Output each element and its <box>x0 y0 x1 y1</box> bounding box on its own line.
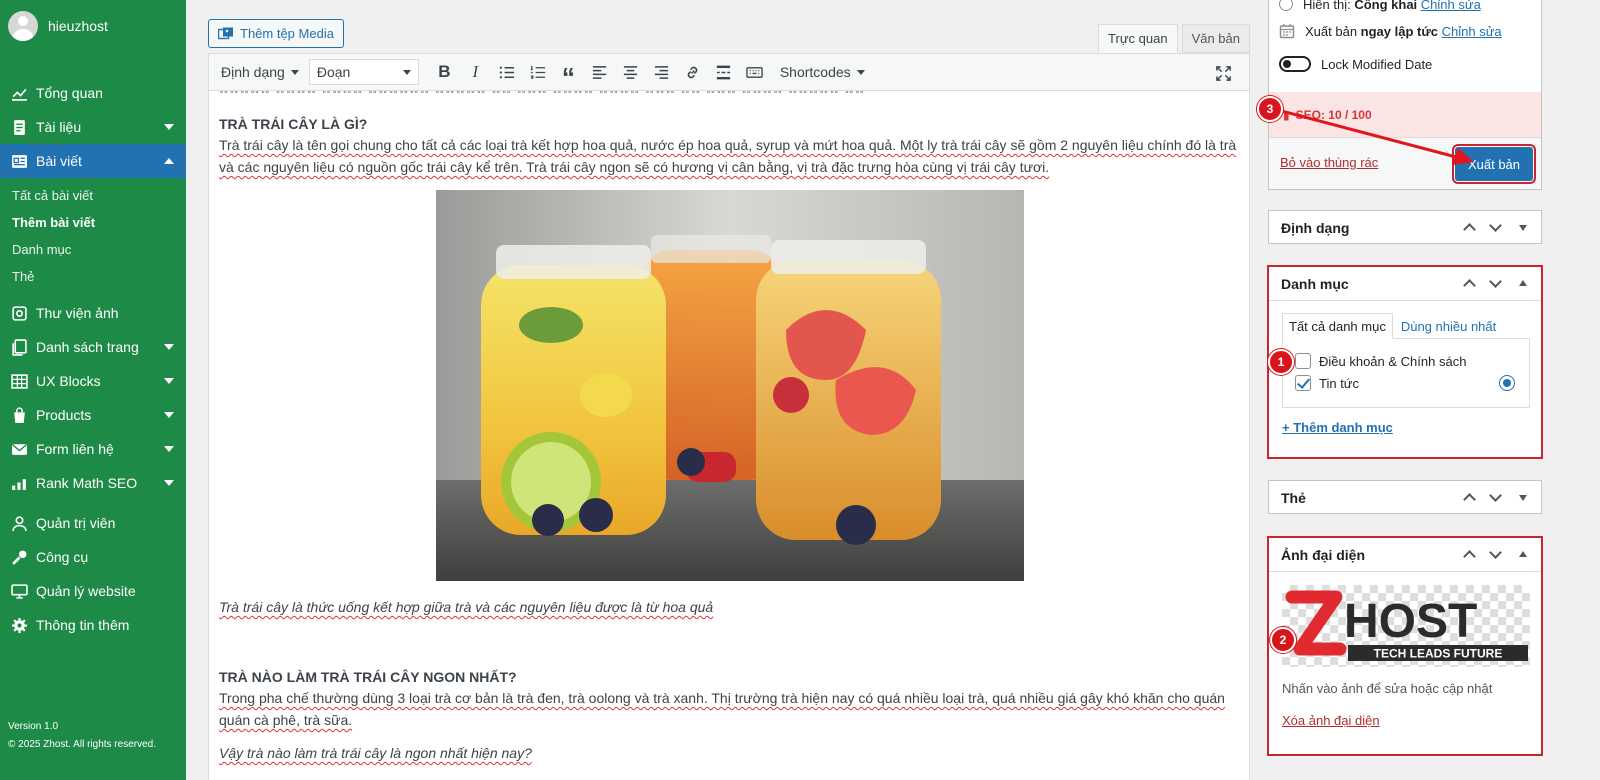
tab-all-categories[interactable]: Tất cả danh mục <box>1282 313 1393 339</box>
annotation-number-2: 2 <box>1270 627 1296 653</box>
annotation-number-1: 1 <box>1268 349 1294 375</box>
annotation-arrow <box>1269 106 1474 165</box>
annotation-number-3: 3 <box>1257 96 1283 122</box>
